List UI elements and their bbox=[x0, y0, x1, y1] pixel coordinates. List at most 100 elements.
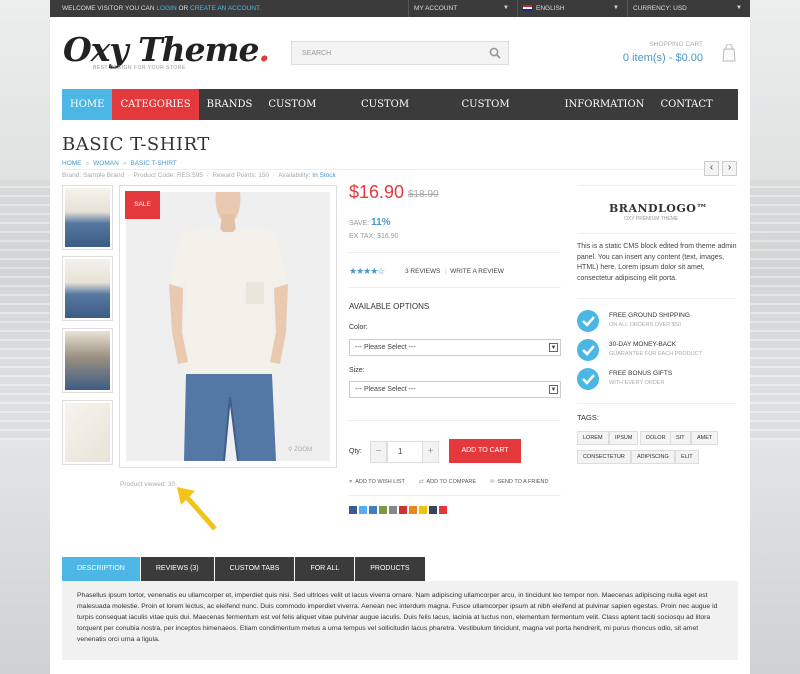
check-icon bbox=[577, 339, 599, 361]
breadcrumb: HOME» WOMAN» BASIC T-SHIRT bbox=[62, 160, 177, 167]
page: Oxy Theme. BEST DESIGN FOR YOUR STORE SE… bbox=[50, 17, 750, 674]
product-photo bbox=[126, 192, 330, 461]
chevron-down-icon: ▼ bbox=[736, 5, 742, 11]
nav-information[interactable]: INFORMATION bbox=[557, 89, 653, 120]
zoom-button[interactable]: ⚲ ZOOM bbox=[288, 446, 312, 453]
login-link[interactable]: LOGIN bbox=[156, 5, 176, 12]
flag-icon bbox=[523, 5, 532, 11]
nav-custom-block[interactable]: CUSTOM BLOCK bbox=[454, 89, 557, 141]
ex-tax-price: EX TAX: $16.90 bbox=[349, 233, 399, 240]
my-account-dropdown[interactable]: MY ACCOUNT ▼ bbox=[408, 0, 517, 17]
check-icon bbox=[577, 310, 599, 332]
search-icon: ⚲ bbox=[288, 447, 293, 453]
cart-label: SHOPPING CART bbox=[649, 41, 703, 48]
compare-icon: ⇄ bbox=[418, 479, 424, 485]
email-icon[interactable] bbox=[369, 506, 377, 514]
arrow-annotation bbox=[177, 487, 217, 531]
logo-tagline: BEST DESIGN FOR YOUR STORE bbox=[93, 65, 186, 71]
brand-logo[interactable]: BRANDLOGO™ bbox=[609, 202, 708, 215]
save-amount: SAVE: 11% bbox=[349, 217, 391, 228]
tags-title: TAGS: bbox=[577, 413, 599, 422]
mail-icon: ✉ bbox=[490, 479, 495, 485]
page-title: BASIC T-SHIRT bbox=[62, 134, 210, 155]
breadcrumb-home[interactable]: HOME bbox=[62, 160, 82, 167]
product-price: $16.90 bbox=[349, 182, 405, 202]
tag[interactable]: DOLOR bbox=[640, 431, 672, 445]
reviews-links: 3 REVIEWS | WRITE A REVIEW bbox=[405, 268, 504, 275]
options-title: AVAILABLE OPTIONS bbox=[349, 302, 430, 311]
main-nav: HOME CATEGORIES BRANDS CUSTOM LINK CUSTO… bbox=[62, 89, 738, 141]
product-tabs: DESCRIPTION REVIEWS (3) CUSTOM TABS FOR … bbox=[62, 557, 425, 581]
nav-custom-menu[interactable]: CUSTOM MENU bbox=[353, 89, 454, 141]
shopping-bag-icon[interactable] bbox=[722, 44, 736, 62]
create-account-link[interactable]: CREATE AN ACCOUNT. bbox=[190, 5, 261, 12]
search-icon[interactable] bbox=[489, 47, 501, 59]
product-actions: ♥ ADD TO WISH LIST ⇄ ADD TO COMPARE ✉ SEND … bbox=[349, 479, 548, 485]
print-icon[interactable] bbox=[379, 506, 387, 514]
size-label: Size: bbox=[349, 367, 365, 374]
share-icon[interactable] bbox=[389, 506, 397, 514]
chevron-down-icon: ▼ bbox=[549, 343, 558, 352]
prev-product-button[interactable]: ‹ bbox=[704, 161, 719, 176]
brand-subtitle: OXY PREMIUM THEME bbox=[624, 216, 679, 222]
color-select[interactable]: --- Please Select --- ▼ bbox=[349, 339, 561, 356]
write-review-link[interactable]: WRITE A REVIEW bbox=[450, 268, 504, 275]
thumbnail[interactable] bbox=[62, 256, 113, 321]
twitter-icon[interactable] bbox=[359, 506, 367, 514]
tab-description[interactable]: DESCRIPTION bbox=[62, 557, 140, 581]
currency-dropdown[interactable]: CURRENCY: USD ▼ bbox=[627, 0, 750, 17]
next-product-button[interactable]: › bbox=[722, 161, 737, 176]
plus-share-icon[interactable] bbox=[439, 506, 447, 514]
size-select[interactable]: --- Please Select --- ▼ bbox=[349, 381, 561, 398]
qty-decrease-button[interactable]: − bbox=[370, 441, 387, 463]
thumbnail[interactable] bbox=[62, 185, 113, 250]
breadcrumb-current[interactable]: BASIC T-SHIRT bbox=[130, 160, 176, 167]
old-price: $18.90 bbox=[408, 189, 439, 200]
cart-summary[interactable]: 0 item(s) - $0.00 bbox=[623, 52, 703, 64]
tab-products[interactable]: PRODUCTS bbox=[355, 557, 425, 581]
tumblr-icon[interactable] bbox=[429, 506, 437, 514]
thumbnail[interactable] bbox=[62, 328, 113, 393]
add-to-wishlist-link[interactable]: ♥ ADD TO WISH LIST bbox=[349, 479, 405, 485]
tag[interactable]: ADIPISCING bbox=[631, 450, 675, 464]
tag[interactable]: LOREM bbox=[577, 431, 609, 445]
chevron-down-icon: ▼ bbox=[613, 5, 619, 11]
tag[interactable]: SIT bbox=[670, 431, 691, 445]
favorite-icon[interactable] bbox=[419, 506, 427, 514]
reviews-link[interactable]: 3 REVIEWS bbox=[405, 268, 440, 275]
color-label: Color: bbox=[349, 324, 368, 331]
product-meta: Brand: Sample Brand · Product Code: RES.… bbox=[62, 172, 336, 179]
send-to-friend-link[interactable]: ✉ SEND TO A FRIEND bbox=[490, 479, 548, 485]
language-dropdown[interactable]: ENGLISH ▼ bbox=[517, 0, 627, 17]
add-to-cart-button[interactable]: ADD TO CART bbox=[449, 439, 521, 463]
nav-brands[interactable]: BRANDS bbox=[199, 89, 261, 120]
tag[interactable]: CONSECTETUR bbox=[577, 450, 631, 464]
qty-input[interactable]: 1 bbox=[387, 441, 423, 463]
nav-categories[interactable]: CATEGORIES bbox=[112, 89, 199, 120]
description-text: Phasellus ipsum tortor, venenatis eu ull… bbox=[62, 581, 738, 660]
cms-block: This is a static CMS block edited from t… bbox=[577, 243, 737, 282]
tab-for-all[interactable]: FOR ALL bbox=[295, 557, 355, 581]
sale-badge: SALE bbox=[125, 191, 160, 219]
add-to-compare-link[interactable]: ⇄ ADD TO COMPARE bbox=[419, 479, 476, 485]
qty-increase-button[interactable]: + bbox=[422, 441, 439, 463]
top-bar: WELCOME VISITOR YOU CAN LOGIN OR CREATE … bbox=[50, 0, 750, 17]
bookmark-icon[interactable] bbox=[409, 506, 417, 514]
site-logo[interactable]: Oxy Theme. bbox=[63, 30, 270, 69]
breadcrumb-woman[interactable]: WOMAN bbox=[93, 160, 119, 167]
rating-stars: ★★★★☆ bbox=[349, 266, 385, 276]
thumbnail[interactable] bbox=[62, 400, 113, 465]
nav-contact-us[interactable]: CONTACT US bbox=[652, 89, 738, 141]
nav-custom-link[interactable]: CUSTOM LINK bbox=[260, 89, 353, 141]
tag[interactable]: AMET bbox=[691, 431, 719, 445]
gmail-icon[interactable] bbox=[399, 506, 407, 514]
tab-custom-tabs[interactable]: CUSTOM TABS bbox=[214, 557, 295, 581]
tag[interactable]: ELIT bbox=[675, 450, 699, 464]
tab-reviews[interactable]: REVIEWS (3) bbox=[140, 557, 214, 581]
facebook-icon[interactable] bbox=[349, 506, 357, 514]
search-input[interactable]: SEARCH bbox=[291, 41, 509, 65]
nav-home[interactable]: HOME bbox=[62, 89, 113, 120]
chevron-down-icon: ▼ bbox=[549, 385, 558, 394]
main-product-image[interactable] bbox=[119, 185, 337, 468]
tag[interactable]: IPSUM bbox=[609, 431, 639, 445]
